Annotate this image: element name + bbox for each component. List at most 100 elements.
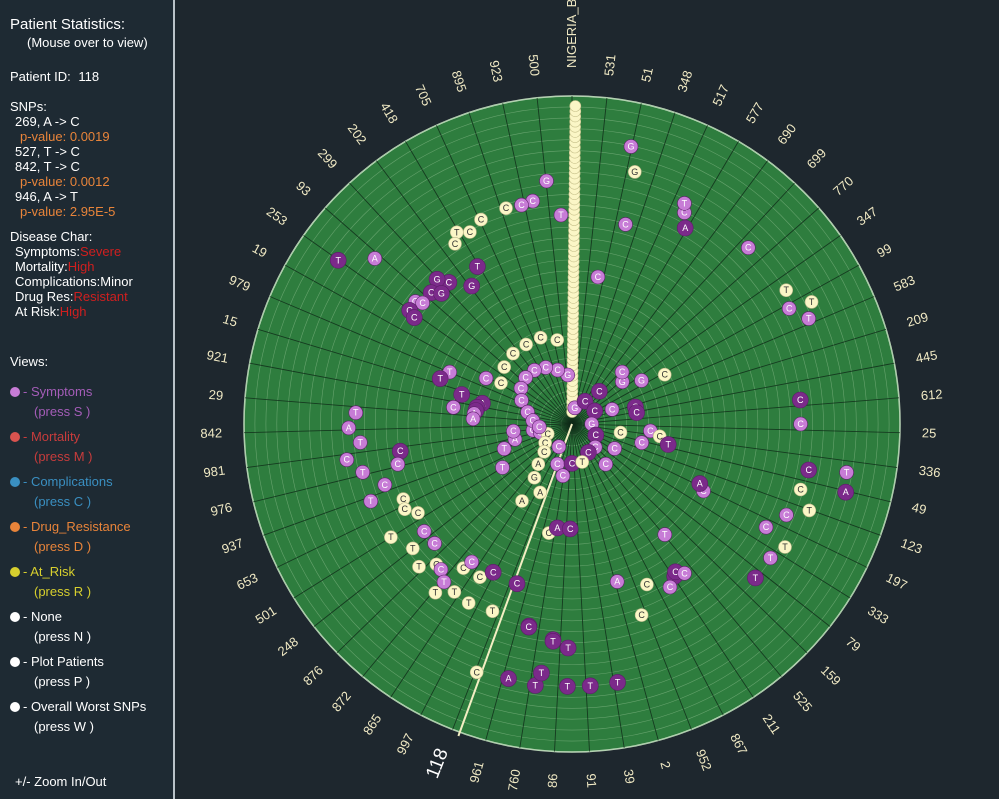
snp-mark[interactable]: T	[778, 540, 792, 554]
snp-mark[interactable]: G	[527, 470, 542, 485]
snp-mark[interactable]: T	[363, 493, 379, 509]
snp-mark[interactable]: C	[634, 435, 650, 451]
spoke-label[interactable]: 997	[393, 731, 416, 757]
highlighted-patient-label[interactable]: 118	[422, 746, 453, 782]
snp-mark[interactable]: C	[497, 360, 512, 374]
snp-mark[interactable]: T	[406, 541, 420, 556]
snp-mark[interactable]: C	[561, 520, 579, 538]
spoke-label[interactable]: 961	[466, 760, 486, 785]
snp-mark[interactable]: C	[640, 577, 654, 592]
snp-mark[interactable]: C	[427, 536, 442, 551]
view-symptoms[interactable]: - Symptoms (press S )	[10, 384, 92, 419]
snp-mark[interactable]: C	[433, 562, 449, 577]
snp-mark[interactable]: C	[514, 197, 529, 213]
snp-mark[interactable]: T	[802, 503, 817, 518]
snp-mark[interactable]: C	[781, 301, 797, 316]
radial-chart-svg[interactable]: NIGERIA_B 531 51 348 517 577 690699770 347 99 583…	[176, 0, 999, 799]
snp-mark[interactable]: C	[533, 330, 548, 345]
radial-snp-chart[interactable]: NIGERIA_B 531 51 348 517 577 690 699 770 347 99 583…	[176, 0, 999, 799]
view-plot-patients[interactable]: - Plot Patients (press P )	[10, 654, 104, 689]
spoke-label[interactable]: 202	[345, 121, 370, 147]
spoke-label[interactable]: 2	[657, 760, 673, 771]
snp-mark[interactable]: C	[598, 456, 614, 472]
snp-mark[interactable]: C	[484, 563, 502, 581]
snp-mark[interactable]: C	[506, 423, 521, 439]
snp-mark[interactable]: A	[533, 485, 547, 500]
spoke-label[interactable]: 690	[774, 121, 799, 147]
snp-mark[interactable]: T	[559, 678, 576, 695]
snp-mark[interactable]: C	[613, 425, 628, 440]
spoke-label[interactable]: 91	[584, 773, 600, 788]
spoke-label[interactable]: 500	[526, 54, 543, 77]
spoke-label[interactable]: 531	[601, 54, 618, 77]
snp-mark[interactable]: T	[461, 596, 476, 610]
spoke-label[interactable]: 895	[449, 69, 470, 94]
snp-mark[interactable]: C	[793, 416, 808, 432]
snp-mark[interactable]: A	[367, 251, 383, 266]
snp-mark[interactable]: T	[453, 386, 471, 403]
snp-mark[interactable]: C	[604, 402, 620, 417]
spoke-label[interactable]: 876	[300, 662, 326, 688]
snp-mark[interactable]: C	[398, 502, 412, 517]
snp-mark[interactable]: C	[508, 575, 526, 593]
snp-mark[interactable]: C	[590, 269, 606, 285]
spoke-label[interactable]: 248	[275, 634, 301, 659]
spoke-label[interactable]: 99	[874, 240, 894, 260]
view-none[interactable]: - None (press N )	[10, 609, 91, 644]
snp-mark[interactable]: T	[447, 585, 462, 599]
snp-mark[interactable]: C	[628, 404, 645, 421]
spoke-label[interactable]: 865	[360, 711, 385, 737]
snp-mark[interactable]: T	[348, 405, 364, 421]
snp-mark[interactable]: A	[837, 483, 855, 501]
spoke-label[interactable]: 760	[505, 768, 523, 792]
spoke-label[interactable]: 51	[638, 66, 656, 83]
spoke-label[interactable]: 29	[208, 387, 224, 403]
snp-mark[interactable]: A	[515, 494, 529, 508]
spoke-label[interactable]: 501	[253, 603, 279, 627]
view-drug-resistance[interactable]: - Drug_Resistance (press D )	[10, 519, 131, 554]
snp-mark[interactable]: T	[763, 550, 778, 566]
snp-mark[interactable]: T	[449, 225, 464, 240]
spoke-label[interactable]: 197	[884, 570, 910, 593]
snp-mark[interactable]: C	[793, 482, 808, 497]
spoke-label[interactable]: 699	[804, 145, 830, 171]
spoke-label[interactable]: 842	[200, 425, 222, 441]
spoke-label[interactable]: 867	[727, 731, 750, 757]
snp-mark[interactable]: A	[609, 574, 625, 589]
snp-mark[interactable]: C	[618, 217, 633, 232]
snp-mark[interactable]: C	[446, 399, 461, 415]
snp-mark[interactable]: C	[657, 367, 672, 382]
spoke-label[interactable]: 952	[693, 747, 715, 773]
spoke-label[interactable]: 937	[220, 535, 246, 556]
snp-mark[interactable]: G	[433, 285, 450, 302]
snp-mark[interactable]: A	[676, 219, 694, 237]
snp-mark[interactable]: C	[406, 309, 423, 326]
snp-mark[interactable]: T	[804, 295, 819, 309]
snp-mark[interactable]: G	[634, 373, 649, 388]
spoke-label[interactable]: 39	[621, 768, 638, 785]
snp-mark[interactable]: A	[341, 420, 356, 436]
snp-mark[interactable]: T	[496, 441, 512, 457]
snp-mark[interactable]: T	[485, 604, 500, 619]
spoke-label[interactable]: 653	[234, 570, 260, 593]
spoke-label[interactable]: 923	[487, 59, 506, 83]
snp-mark[interactable]: C	[474, 212, 488, 227]
snp-mark[interactable]: G	[627, 165, 642, 179]
snp-mark[interactable]: T	[553, 207, 569, 223]
spoke-label[interactable]: 445	[914, 347, 938, 366]
view-overall-worst-snps[interactable]: - Overall Worst SNPs (press W )	[10, 699, 146, 734]
snp-mark[interactable]: C	[463, 225, 477, 239]
spoke-label[interactable]: 612	[920, 386, 943, 403]
snp-mark[interactable]: T	[428, 585, 443, 600]
snp-mark[interactable]: C	[416, 524, 432, 539]
spoke-label[interactable]: 347	[854, 204, 880, 229]
spoke-label[interactable]: 19	[250, 240, 270, 260]
spoke-label[interactable]: 525	[790, 688, 815, 714]
spoke-label[interactable]: 49	[910, 499, 928, 517]
snp-mark[interactable]: C	[464, 554, 480, 570]
spoke-label[interactable]: 333	[865, 603, 891, 627]
view-complications[interactable]: - Complications (press C )	[10, 474, 113, 509]
snp-mark[interactable]: C	[607, 441, 622, 456]
snp-mark[interactable]: T	[355, 464, 370, 480]
snp-mark[interactable]: T	[353, 435, 368, 450]
